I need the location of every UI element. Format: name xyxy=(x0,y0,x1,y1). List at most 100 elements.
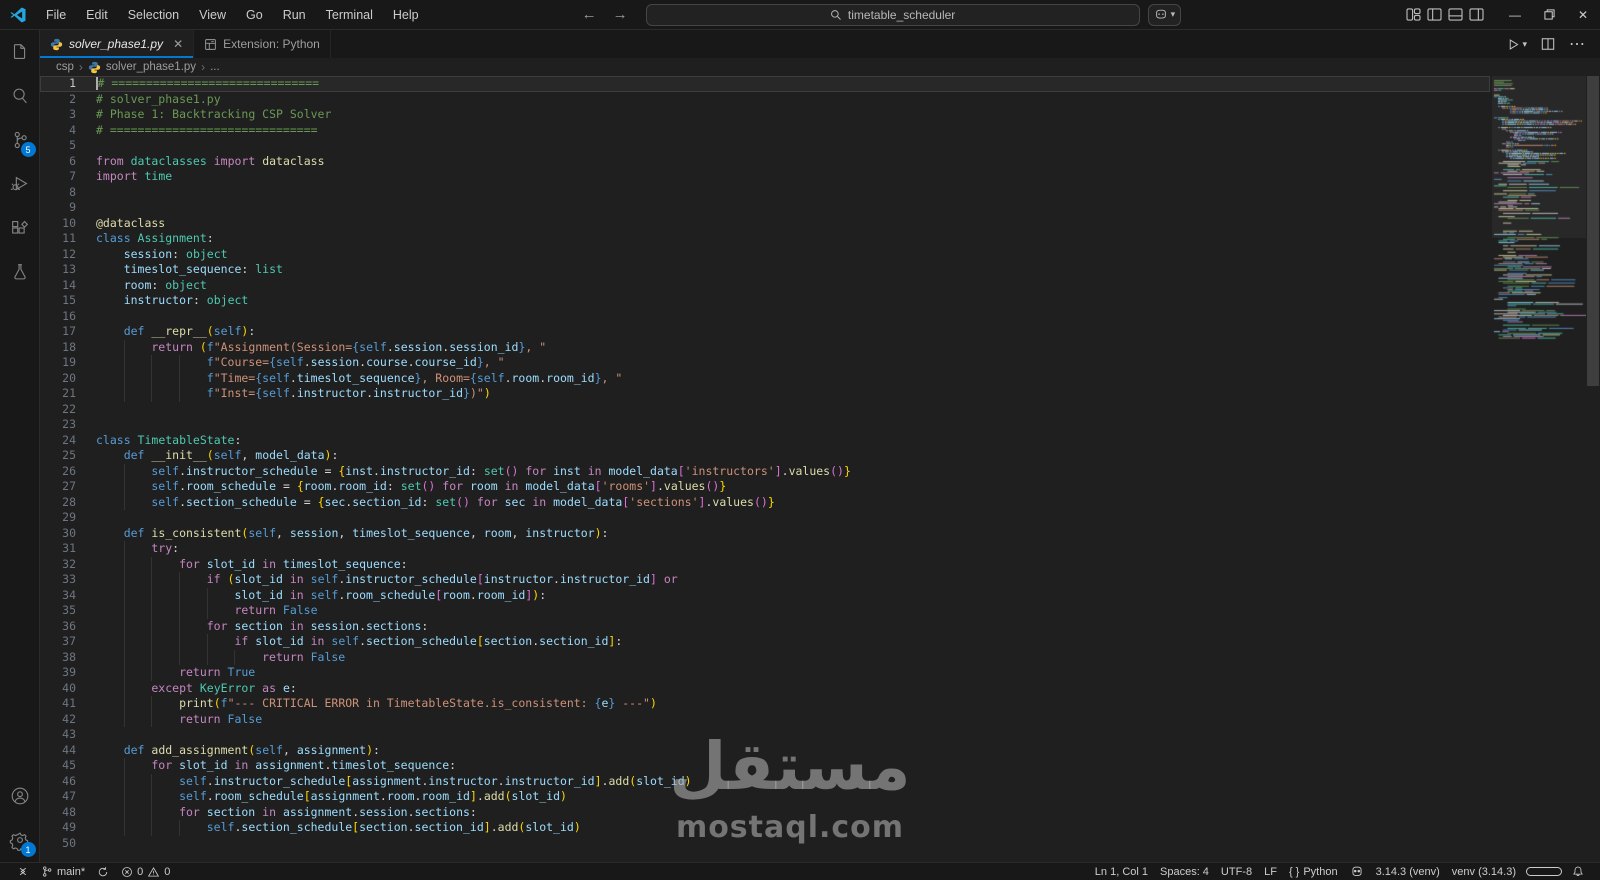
extensions-icon[interactable] xyxy=(0,206,40,250)
run-debug-icon[interactable] xyxy=(0,162,40,206)
code-line-1[interactable]: 1 # ============================== xyxy=(40,76,1490,92)
run-python-button[interactable]: ▾ xyxy=(1507,38,1527,51)
venv-indicator[interactable]: venv (3.14.3) xyxy=(1446,866,1522,878)
more-actions-icon[interactable]: ⋯ xyxy=(1569,34,1586,54)
code-line-3[interactable]: 3 # Phase 1: Backtracking CSP Solver xyxy=(40,107,1490,123)
close-tab-icon[interactable]: ✕ xyxy=(173,37,183,51)
breadcrumb-item-1[interactable]: solver_phase1.py xyxy=(106,61,196,73)
code-line-30[interactable]: 30 def is_consistent(self, session, time… xyxy=(40,526,1490,542)
code-line-44[interactable]: 44 def add_assignment(self, assignment): xyxy=(40,743,1490,759)
menu-selection[interactable]: Selection xyxy=(119,4,188,26)
code-line-23[interactable]: 23 xyxy=(40,417,1490,433)
code-line-27[interactable]: 27 self. room_schedule = {room. room_id: s… xyxy=(40,479,1490,495)
code-line-43[interactable]: 43 xyxy=(40,727,1490,743)
menu-terminal[interactable]: Terminal xyxy=(317,4,382,26)
menu-go[interactable]: Go xyxy=(237,4,272,26)
code-line-13[interactable]: 13 timeslot_sequence: list xyxy=(40,262,1490,278)
code-line-47[interactable]: 47 self. room_schedule[assignment. room. ro… xyxy=(40,789,1490,805)
code-line-31[interactable]: 31 try: xyxy=(40,541,1490,557)
code-line-20[interactable]: 20 f "Time={self. timeslot_sequence}, Room… xyxy=(40,370,1490,386)
scrollbar-thumb[interactable] xyxy=(1587,76,1599,386)
code-line-37[interactable]: 37 if slot_id in self. section_schedule[s… xyxy=(40,634,1490,650)
code-line-2[interactable]: 2 # solver_phase1.py xyxy=(40,92,1490,108)
settings-gear-icon[interactable]: 1 xyxy=(0,818,40,862)
toggle-sidebar-icon[interactable] xyxy=(1427,8,1442,21)
code-line-42[interactable]: 42 return False xyxy=(40,711,1490,727)
code-line-18[interactable]: 18 return (f "Assignment(Session={self. se… xyxy=(40,339,1490,355)
sync-changes-item[interactable] xyxy=(91,866,115,878)
minimap[interactable] xyxy=(1492,76,1586,862)
code-line-17[interactable]: 17 def __repr__(self): xyxy=(40,324,1490,340)
git-branch-item[interactable]: main* xyxy=(35,865,91,878)
code-line-46[interactable]: 46 self. instructor_schedule[assignment. i… xyxy=(40,773,1490,789)
code-line-12[interactable]: 12 session: object xyxy=(40,247,1490,263)
nav-back-icon[interactable]: ← xyxy=(578,6,601,23)
code-line-32[interactable]: 32 for slot_id in timeslot_sequence: xyxy=(40,556,1490,572)
code-line-15[interactable]: 15 instructor: object xyxy=(40,293,1490,309)
tab-extension-python[interactable]: Extension: Python xyxy=(194,30,331,58)
code-line-22[interactable]: 22 xyxy=(40,402,1490,418)
menu-help[interactable]: Help xyxy=(384,4,428,26)
code-line-9[interactable]: 9 xyxy=(40,200,1490,216)
nav-forward-icon[interactable]: → xyxy=(609,6,632,23)
minimap-viewport[interactable] xyxy=(1492,76,1586,238)
split-editor-icon[interactable] xyxy=(1541,37,1555,51)
testing-icon[interactable] xyxy=(0,250,40,294)
code-line-33[interactable]: 33 if (slot_id in self. instructor_schedu… xyxy=(40,572,1490,588)
explorer-icon[interactable] xyxy=(0,30,40,74)
breadcrumb-item-2[interactable]: ... xyxy=(210,61,220,73)
cursor-position[interactable]: Ln 1, Col 1 xyxy=(1089,866,1154,878)
code-line-6[interactable]: 6 from dataclasses import dataclass xyxy=(40,154,1490,170)
code-line-28[interactable]: 28 self. section_schedule = {sec. section_… xyxy=(40,494,1490,510)
encoding[interactable]: UTF-8 xyxy=(1215,866,1258,878)
code-line-24[interactable]: 24 class TimetableState: xyxy=(40,433,1490,449)
problems-item[interactable]: 0 0 xyxy=(115,866,176,878)
vertical-scrollbar[interactable] xyxy=(1586,76,1600,862)
code-line-38[interactable]: 38 return False xyxy=(40,649,1490,665)
source-control-icon[interactable]: 5 xyxy=(0,118,40,162)
copilot-button[interactable]: ▾ xyxy=(1147,3,1182,26)
code-line-25[interactable]: 25 def __init__(self, model_data): xyxy=(40,448,1490,464)
minimize-button[interactable]: — xyxy=(1498,0,1532,29)
code-line-14[interactable]: 14 room: object xyxy=(40,278,1490,294)
command-center-search[interactable]: timetable_scheduler xyxy=(645,3,1140,26)
code-editor[interactable]: 1 # ============================== 2 # solv… xyxy=(40,76,1600,862)
eol-sequence[interactable]: LF xyxy=(1258,866,1283,878)
breadcrumb-item-0[interactable]: csp xyxy=(56,61,74,73)
code-line-48[interactable]: 48 for section in assignment. session. sec… xyxy=(40,804,1490,820)
python-interpreter[interactable]: 3.14.3 (venv) xyxy=(1370,866,1446,878)
code-line-39[interactable]: 39 return True xyxy=(40,665,1490,681)
code-line-11[interactable]: 11 class Assignment: xyxy=(40,231,1490,247)
code-line-29[interactable]: 29 xyxy=(40,510,1490,526)
code-line-41[interactable]: 41 print(f "--- CRITICAL ERROR in Timetab… xyxy=(40,696,1490,712)
code-line-45[interactable]: 45 for slot_id in assignment. timeslot_se… xyxy=(40,758,1490,774)
code-line-4[interactable]: 4 # ============================== xyxy=(40,123,1490,139)
code-line-40[interactable]: 40 except KeyError as e: xyxy=(40,680,1490,696)
tab-solver-phase1-py[interactable]: solver_phase1.py ✕ xyxy=(40,30,195,58)
restore-button[interactable] xyxy=(1532,0,1566,29)
code-line-35[interactable]: 35 return False xyxy=(40,603,1490,619)
menu-edit[interactable]: Edit xyxy=(77,4,117,26)
code-line-7[interactable]: 7 import time xyxy=(40,169,1490,185)
account-icon[interactable] xyxy=(0,774,40,818)
code-line-8[interactable]: 8 xyxy=(40,185,1490,201)
code-line-26[interactable]: 26 self. instructor_schedule = {inst. inst… xyxy=(40,463,1490,479)
code-line-21[interactable]: 21 f "Inst={self. instructor. instructor_id… xyxy=(40,386,1490,402)
menu-file[interactable]: File xyxy=(37,4,75,26)
code-line-34[interactable]: 34 slot_id in self. room_schedule[room. ro… xyxy=(40,587,1490,603)
status-pill-indicator[interactable] xyxy=(1526,867,1562,876)
code-line-36[interactable]: 36 for section in session. sections: xyxy=(40,618,1490,634)
code-line-10[interactable]: 10 @dataclass xyxy=(40,216,1490,232)
toggle-panel-icon[interactable] xyxy=(1448,8,1463,21)
customize-layout-icon[interactable] xyxy=(1406,8,1421,21)
code-line-50[interactable]: 50 xyxy=(40,836,1490,852)
code-line-19[interactable]: 19 f "Course={self. session. course. course_… xyxy=(40,355,1490,371)
copilot-status[interactable] xyxy=(1344,865,1370,878)
indentation[interactable]: Spaces: 4 xyxy=(1154,866,1215,878)
toggle-secondary-sidebar-icon[interactable] xyxy=(1469,8,1484,21)
language-mode[interactable]: { } Python xyxy=(1283,866,1344,878)
menu-run[interactable]: Run xyxy=(274,4,315,26)
code-line-5[interactable]: 5 xyxy=(40,138,1490,154)
search-sidebar-icon[interactable] xyxy=(0,74,40,118)
menu-view[interactable]: View xyxy=(190,4,235,26)
